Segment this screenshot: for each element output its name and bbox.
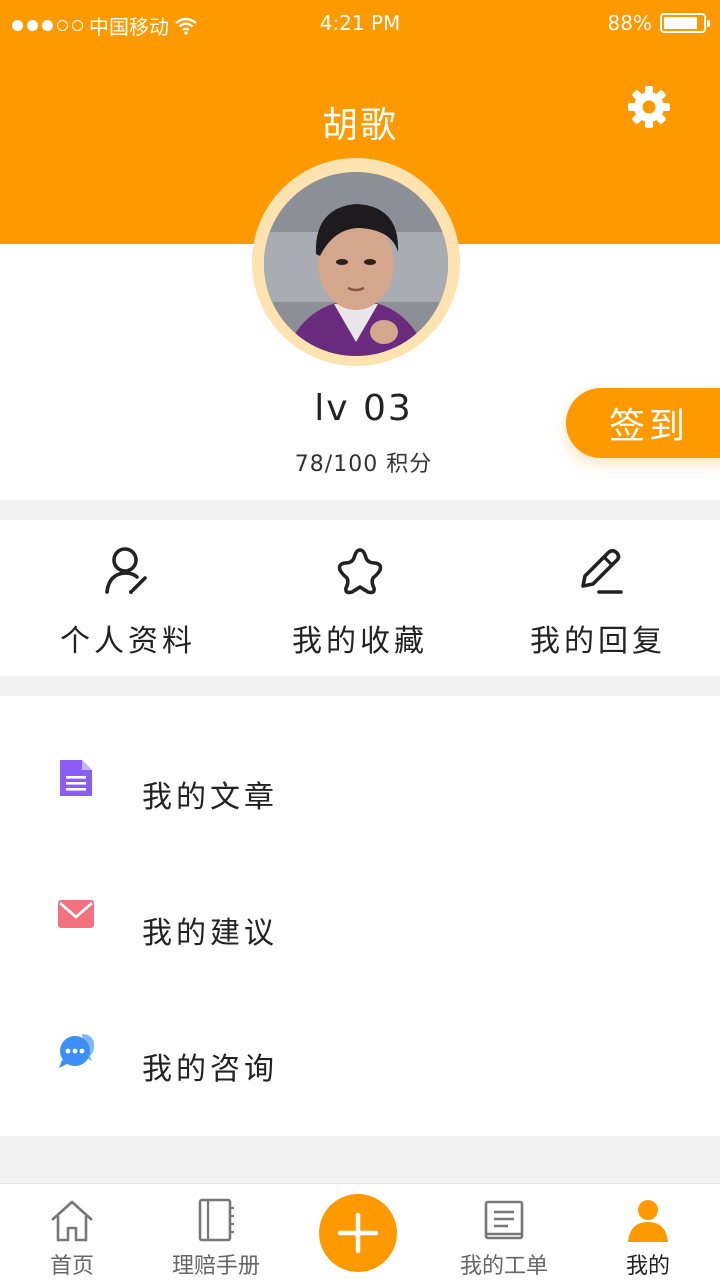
quick-action-label: 个人资料 (60, 624, 196, 659)
pencil-icon (581, 548, 623, 594)
tab-claims-handbook[interactable]: 理赔手册 (144, 1184, 288, 1280)
user-edit-icon (105, 547, 147, 594)
menu-list: 我的文章 我的建议 我的咨询 (0, 696, 720, 1136)
home-icon (51, 1200, 93, 1242)
status-bar: 中国移动 4:21 PM 88% (0, 0, 720, 46)
quick-actions: 个人资料 我的收藏 我的回复 (0, 520, 720, 676)
menu-item-consultation[interactable]: 我的咨询 (0, 982, 720, 1118)
star-icon (337, 548, 383, 595)
quick-action-label: 我的回复 (530, 624, 666, 659)
settings-button[interactable] (626, 84, 672, 130)
page-title: 胡歌 (321, 105, 398, 146)
menu-item-label: 我的文章 (142, 780, 278, 815)
avatar[interactable] (264, 172, 448, 356)
quick-action-profile[interactable]: 个人资料 (8, 520, 248, 676)
plus-icon (337, 1212, 379, 1254)
tab-label: 理赔手册 (171, 1254, 260, 1279)
checkin-button[interactable]: 签到 (566, 388, 720, 458)
add-button[interactable] (319, 1194, 397, 1272)
battery-percent: 88% (607, 11, 652, 35)
quick-action-label: 我的收藏 (292, 624, 428, 659)
battery-icon (660, 13, 710, 33)
tab-home[interactable]: 首页 (0, 1184, 144, 1280)
tab-label: 首页 (49, 1254, 94, 1279)
tab-label: 我的工单 (459, 1254, 548, 1279)
battery-status: 88% (607, 11, 710, 35)
quick-action-favorites[interactable]: 我的收藏 (240, 520, 480, 676)
menu-item-suggestions[interactable]: 我的建议 (0, 846, 720, 982)
list-document-icon (484, 1200, 524, 1240)
mail-icon (58, 900, 94, 928)
tab-my-tickets[interactable]: 我的工单 (432, 1184, 576, 1280)
person-icon (628, 1200, 668, 1242)
menu-item-articles[interactable]: 我的文章 (0, 710, 720, 846)
tab-mine[interactable]: 我的 (576, 1184, 720, 1280)
menu-item-label: 我的建议 (142, 916, 278, 951)
menu-item-label: 我的咨询 (142, 1052, 278, 1087)
tab-label: 我的 (625, 1254, 670, 1279)
quick-action-replies[interactable]: 我的回复 (478, 520, 718, 676)
document-icon (60, 760, 92, 796)
notebook-icon (198, 1198, 234, 1242)
chat-icon (59, 1034, 94, 1068)
gear-icon (628, 86, 670, 128)
